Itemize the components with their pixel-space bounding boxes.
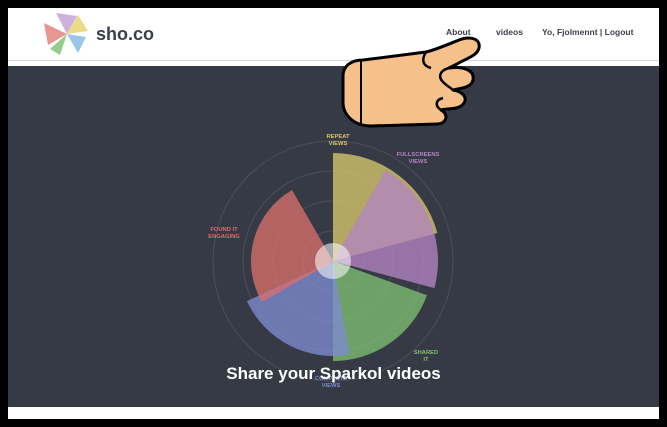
nav-videos-link[interactable]: videos — [496, 27, 523, 37]
polar-area-chart: REPEAT VIEWSFULLSCREENS VIEWSSHARED ITCOMPL… — [208, 134, 454, 389]
hero-tagline: Share your Sparkol videos — [226, 364, 441, 383]
logo-text[interactable]: sho.co — [96, 24, 154, 45]
nav-user-logout[interactable]: Yo, Fjolmennt | Logout — [542, 27, 633, 37]
chart-label: FOUND IT ENGAGING — [208, 227, 240, 240]
chart-label: REPEAT VIEWS — [326, 134, 350, 147]
pointing-hand-cursor-icon — [341, 36, 481, 128]
chart-center — [315, 243, 351, 279]
browser-viewport: sho.co About videos Yo, Fjolmennt | Logo… — [0, 0, 667, 427]
chart-label: SHARED IT — [414, 350, 438, 363]
content-area-top — [8, 407, 659, 419]
sho-co-logo-icon[interactable] — [42, 11, 92, 57]
